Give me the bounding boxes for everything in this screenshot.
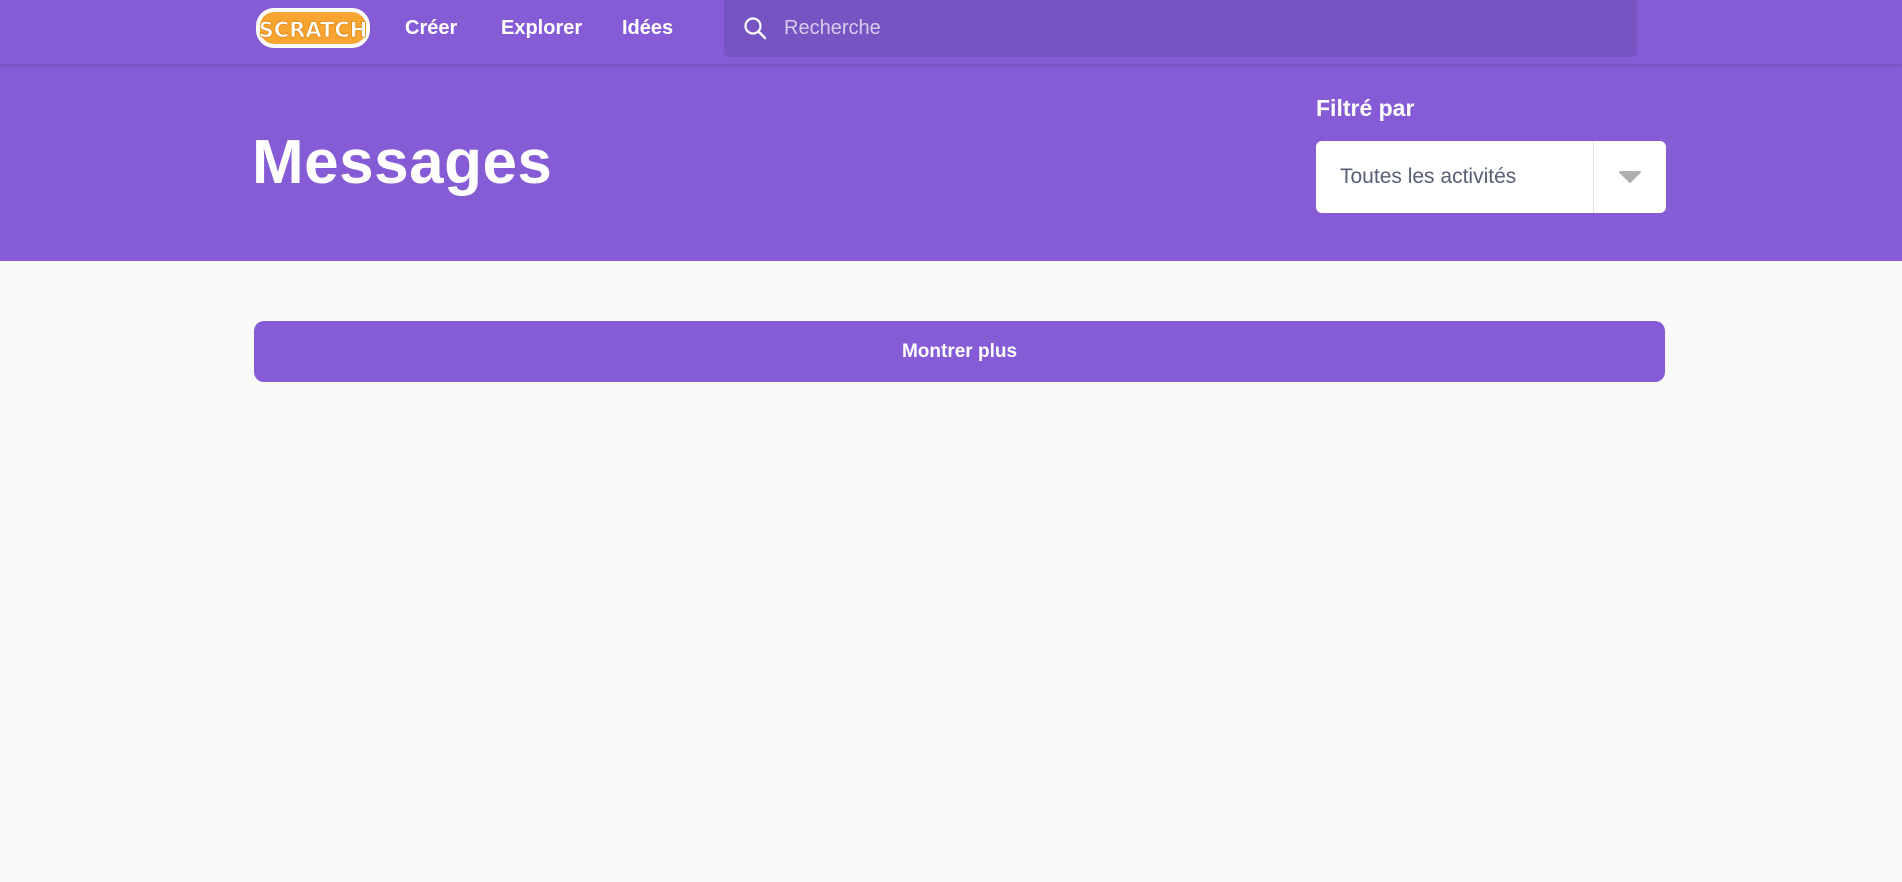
top-navbar: SCRATCH Créer Explorer Idées [0, 0, 1902, 64]
search-input[interactable] [784, 0, 1624, 57]
scratch-logo[interactable]: SCRATCH [255, 7, 371, 49]
filter-label: Filtré par [1316, 95, 1415, 121]
filter-divider [1593, 141, 1594, 213]
search-icon[interactable] [743, 16, 767, 40]
nav-ideas[interactable]: Idées [622, 0, 673, 56]
messages-header: Messages Filtré par Toutes les activités [0, 64, 1902, 261]
nav-create[interactable]: Créer [405, 0, 457, 56]
filter-selected-value: Toutes les activités [1340, 165, 1517, 188]
search-bar [724, 0, 1637, 57]
page-title: Messages [252, 128, 553, 197]
logo-text: SCRATCH [259, 18, 368, 42]
show-more-button[interactable]: Montrer plus [254, 321, 1665, 382]
nav-explore[interactable]: Explorer [501, 0, 582, 56]
chevron-down-icon[interactable] [1618, 170, 1642, 184]
filter-dropdown[interactable]: Toutes les activités [1316, 141, 1666, 213]
